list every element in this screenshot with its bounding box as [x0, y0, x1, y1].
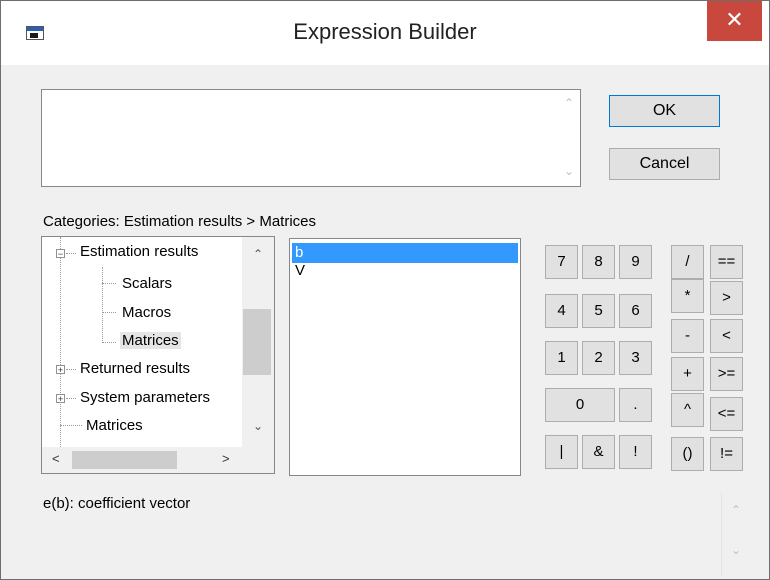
tree-item-matrices-selected[interactable]: Matrices: [120, 332, 181, 349]
tree-item-macros[interactable]: Macros: [122, 304, 171, 321]
chevron-up-icon[interactable]: ⌃: [722, 503, 750, 517]
scroll-thumb[interactable]: [243, 309, 271, 375]
key-6[interactable]: 6: [619, 294, 652, 328]
key-and[interactable]: &: [582, 435, 615, 469]
description-panel: e(b): coefficient vector ⌃ ⌄: [41, 493, 753, 577]
key-decimal[interactable]: .: [619, 388, 652, 422]
key-3[interactable]: 3: [619, 341, 652, 375]
description-scrollbar[interactable]: ⌃ ⌄: [721, 493, 750, 577]
tree-item-estimation-results[interactable]: Estimation results: [80, 243, 198, 260]
tree-horizontal-scrollbar[interactable]: < >: [42, 447, 242, 473]
tree-vertical-scrollbar[interactable]: ⌃ ⌄: [242, 237, 274, 447]
key-less[interactable]: <: [710, 319, 743, 353]
key-parentheses[interactable]: (): [671, 437, 704, 471]
scroll-up-icon[interactable]: ⌃: [242, 247, 274, 261]
key-0[interactable]: 0: [545, 388, 615, 422]
description-text: e(b): coefficient vector: [43, 495, 191, 512]
key-7[interactable]: 7: [545, 245, 578, 279]
category-tree: − Estimation results Scalars Macros Matr…: [41, 236, 275, 474]
expression-builder-window: Expression Builder ✕ ⌃ ⌄ OK Cancel Categ…: [0, 0, 770, 580]
scroll-right-icon[interactable]: >: [222, 451, 230, 466]
list-item-v[interactable]: V: [292, 261, 518, 281]
key-not[interactable]: !: [619, 435, 652, 469]
key-not-equal[interactable]: !=: [710, 437, 743, 471]
key-5[interactable]: 5: [582, 294, 615, 328]
matrix-list: b V: [289, 238, 521, 476]
key-greater[interactable]: >: [710, 281, 743, 315]
expression-input-box: ⌃ ⌄: [41, 89, 581, 187]
key-4[interactable]: 4: [545, 294, 578, 328]
chevron-up-icon[interactable]: ⌃: [558, 96, 580, 110]
tree-collapse-icon[interactable]: −: [56, 249, 65, 259]
chevron-down-icon[interactable]: ⌄: [558, 164, 580, 178]
key-1[interactable]: 1: [545, 341, 578, 375]
tree-expand-icon[interactable]: +: [56, 394, 65, 404]
tree-item-returned-results[interactable]: Returned results: [80, 360, 190, 377]
tree-item-scalars[interactable]: Scalars: [122, 275, 172, 292]
scroll-thumb[interactable]: [72, 451, 177, 469]
close-button[interactable]: ✕: [707, 1, 762, 41]
key-8[interactable]: 8: [582, 245, 615, 279]
key-or[interactable]: |: [545, 435, 578, 469]
expression-scrollbar[interactable]: ⌃ ⌄: [558, 90, 580, 186]
key-less-equal[interactable]: <=: [710, 397, 743, 431]
key-multiply[interactable]: *: [671, 279, 704, 313]
key-power[interactable]: ^: [671, 393, 704, 427]
title-bar: Expression Builder ✕: [1, 1, 769, 65]
key-9[interactable]: 9: [619, 245, 652, 279]
key-plus[interactable]: +: [671, 357, 704, 391]
tree-expand-icon[interactable]: +: [56, 365, 65, 375]
chevron-down-icon[interactable]: ⌄: [722, 543, 750, 557]
key-divide[interactable]: /: [671, 245, 704, 279]
key-2[interactable]: 2: [582, 341, 615, 375]
tree-item-matrices[interactable]: Matrices: [86, 417, 143, 434]
key-minus[interactable]: -: [671, 319, 704, 353]
key-equals[interactable]: ==: [710, 245, 743, 279]
expression-input[interactable]: [42, 90, 557, 186]
ok-button[interactable]: OK: [609, 95, 720, 127]
key-greater-equal[interactable]: >=: [710, 357, 743, 391]
list-item-b[interactable]: b: [292, 243, 518, 263]
tree-item-system-parameters[interactable]: System parameters: [80, 389, 210, 406]
scroll-left-icon[interactable]: <: [52, 451, 60, 466]
scroll-down-icon[interactable]: ⌄: [242, 419, 274, 433]
cancel-button[interactable]: Cancel: [609, 148, 720, 180]
categories-path-label: Categories: Estimation results > Matrice…: [43, 213, 317, 230]
window-title: Expression Builder: [293, 19, 477, 44]
